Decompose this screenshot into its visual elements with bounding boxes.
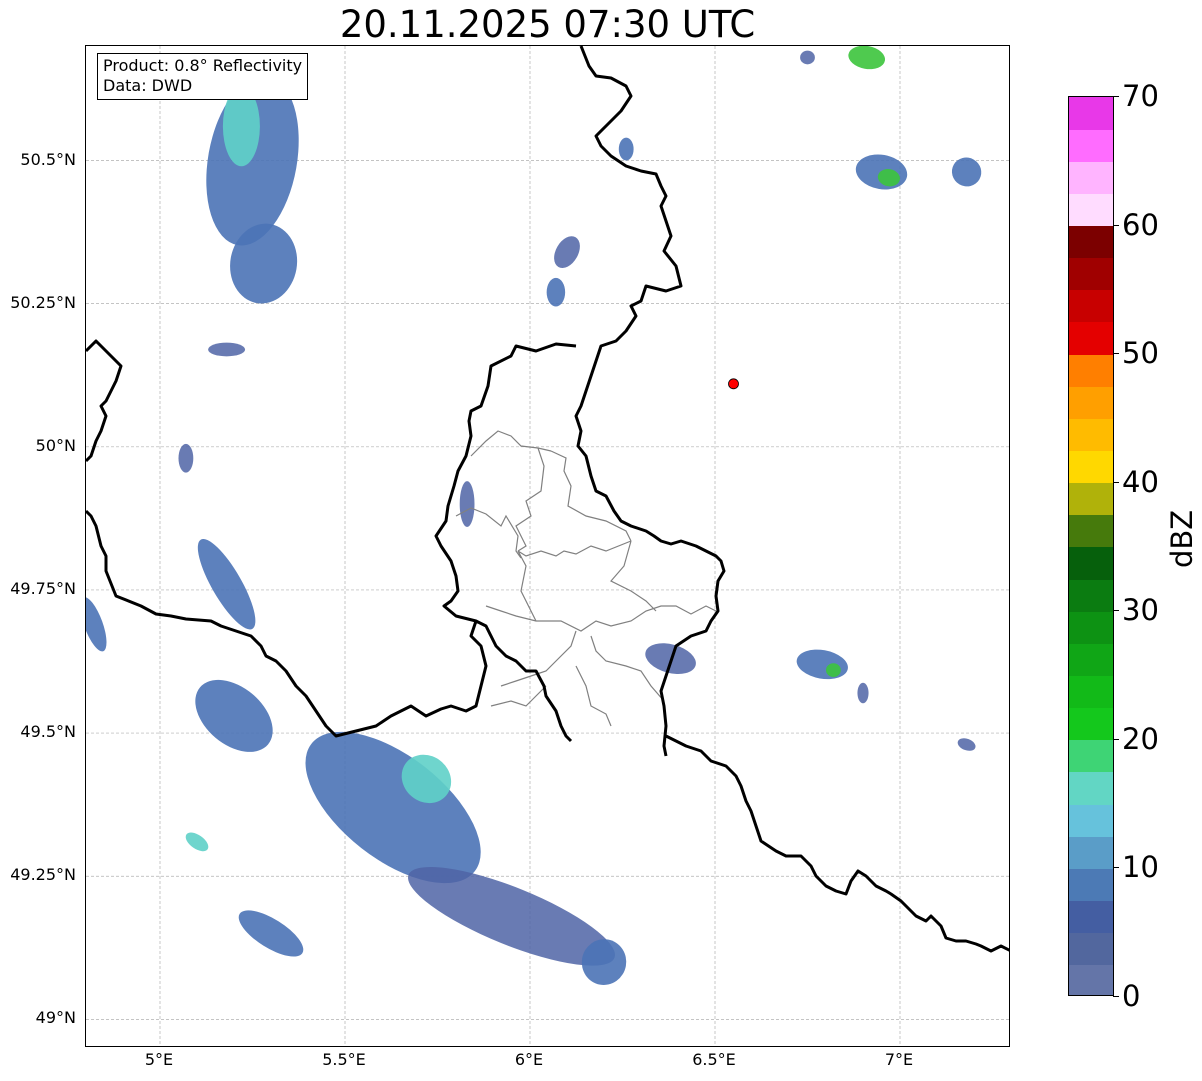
colorbar-segment bbox=[1069, 354, 1113, 387]
canton-borders bbox=[455, 430, 717, 727]
reflectivity-echo bbox=[826, 663, 841, 677]
colorbar-tick-label: 60 bbox=[1122, 207, 1159, 242]
colorbar-tick-label: 10 bbox=[1122, 850, 1159, 885]
reflectivity-echo bbox=[951, 157, 982, 187]
colorbar-tickmark bbox=[1113, 610, 1119, 612]
colorbar-segment bbox=[1069, 932, 1113, 966]
lat-tick-label: 49.75°N bbox=[10, 578, 76, 598]
colorbar-segment bbox=[1069, 193, 1113, 227]
colorbar-tick-label: 20 bbox=[1122, 721, 1159, 756]
colorbar-segment bbox=[1069, 868, 1113, 902]
radar-map[interactable] bbox=[85, 45, 1010, 1047]
colorbar-tickmark bbox=[1113, 996, 1119, 997]
reflectivity-echo bbox=[185, 832, 209, 852]
colorbar-segment bbox=[1069, 804, 1113, 837]
reflectivity-echo bbox=[195, 679, 273, 752]
colorbar-segment bbox=[1069, 97, 1113, 130]
reflectivity-echo bbox=[459, 481, 475, 527]
colorbar-tickmark bbox=[1113, 867, 1119, 869]
lon-tick-label: 5.5°E bbox=[322, 1050, 366, 1069]
reflectivity-echo bbox=[238, 910, 304, 957]
lat-tick-label: 49.25°N bbox=[10, 865, 76, 885]
colorbar-tick-label: 30 bbox=[1122, 593, 1159, 628]
lon-tick-label: 5°E bbox=[144, 1050, 174, 1069]
colorbar-tickmark bbox=[1113, 353, 1119, 355]
reflectivity-echo bbox=[618, 137, 634, 161]
reflectivity-echo bbox=[208, 342, 246, 357]
colorbar-segment bbox=[1069, 257, 1113, 291]
colorbar-tickmark bbox=[1113, 738, 1119, 740]
product-info-box: Product: 0.8° Reflectivity Data: DWD bbox=[97, 53, 309, 100]
colorbar-tick-label: 50 bbox=[1122, 336, 1159, 371]
colorbar-tickmark bbox=[1113, 481, 1119, 483]
precipitation-echoes bbox=[86, 46, 982, 985]
colorbar-segment bbox=[1069, 579, 1113, 612]
lat-tick-label: 50.25°N bbox=[10, 292, 76, 312]
colorbar-segment bbox=[1069, 386, 1113, 419]
colorbar-segment bbox=[1069, 482, 1113, 516]
reflectivity-echo bbox=[957, 738, 976, 751]
colorbar-segment bbox=[1069, 739, 1113, 773]
radar-site-marker[interactable] bbox=[728, 378, 739, 390]
colorbar-segment bbox=[1069, 547, 1113, 580]
lon-tick-label: 6°E bbox=[514, 1050, 544, 1069]
colorbar-tick-label: 40 bbox=[1122, 464, 1159, 499]
reflectivity-echo bbox=[86, 597, 107, 652]
colorbar-segment bbox=[1069, 450, 1113, 484]
colorbar-segment bbox=[1069, 129, 1113, 162]
lat-tick-label: 49.5°N bbox=[20, 722, 76, 742]
product-label: Product: 0.8° Reflectivity bbox=[103, 56, 303, 75]
lat-tick-label: 50°N bbox=[35, 435, 76, 455]
colorbar-segment bbox=[1069, 225, 1113, 259]
reflectivity-echo bbox=[848, 46, 886, 70]
colorbar-segment bbox=[1069, 289, 1113, 323]
colorbar-segment bbox=[1069, 322, 1113, 355]
colorbar-unit-label: dBZ bbox=[1165, 509, 1199, 568]
lat-tick-label: 49°N bbox=[35, 1008, 76, 1028]
colorbar-segment bbox=[1069, 772, 1113, 805]
colorbar-segment bbox=[1069, 161, 1113, 194]
lon-tick-label: 6.5°E bbox=[692, 1050, 736, 1069]
data-source-label: Data: DWD bbox=[103, 76, 193, 95]
colorbar-segment bbox=[1069, 707, 1113, 741]
colorbar-tickmark bbox=[1113, 96, 1119, 97]
reflectivity-echo bbox=[800, 50, 815, 65]
colorbar-segment bbox=[1069, 964, 1113, 995]
colorbar-segment bbox=[1069, 418, 1113, 452]
colorbar-tick-label: 70 bbox=[1122, 79, 1159, 113]
colorbar-segment bbox=[1069, 643, 1113, 677]
radar-map-canvas bbox=[86, 46, 1009, 1046]
colorbar-segment bbox=[1069, 514, 1113, 548]
reflectivity-echo bbox=[857, 682, 869, 704]
reflectivity-echo bbox=[178, 443, 194, 473]
colorbar-tick-label: 0 bbox=[1122, 979, 1141, 1013]
colorbar bbox=[1068, 96, 1114, 996]
radar-site-layer bbox=[728, 378, 739, 390]
reflectivity-echo bbox=[554, 236, 580, 269]
map-title: 20.11.2025 07:30 UTC bbox=[339, 3, 756, 46]
colorbar-segment bbox=[1069, 675, 1113, 709]
colorbar-segment bbox=[1069, 900, 1113, 934]
reflectivity-echo bbox=[796, 649, 848, 680]
reflectivity-echo bbox=[546, 277, 566, 307]
colorbar-segment bbox=[1069, 611, 1113, 644]
lat-tick-label: 50.5°N bbox=[20, 149, 76, 169]
colorbar-segment bbox=[1069, 836, 1113, 869]
lon-tick-label: 7°E bbox=[884, 1050, 914, 1069]
colorbar-tickmark bbox=[1113, 224, 1119, 226]
